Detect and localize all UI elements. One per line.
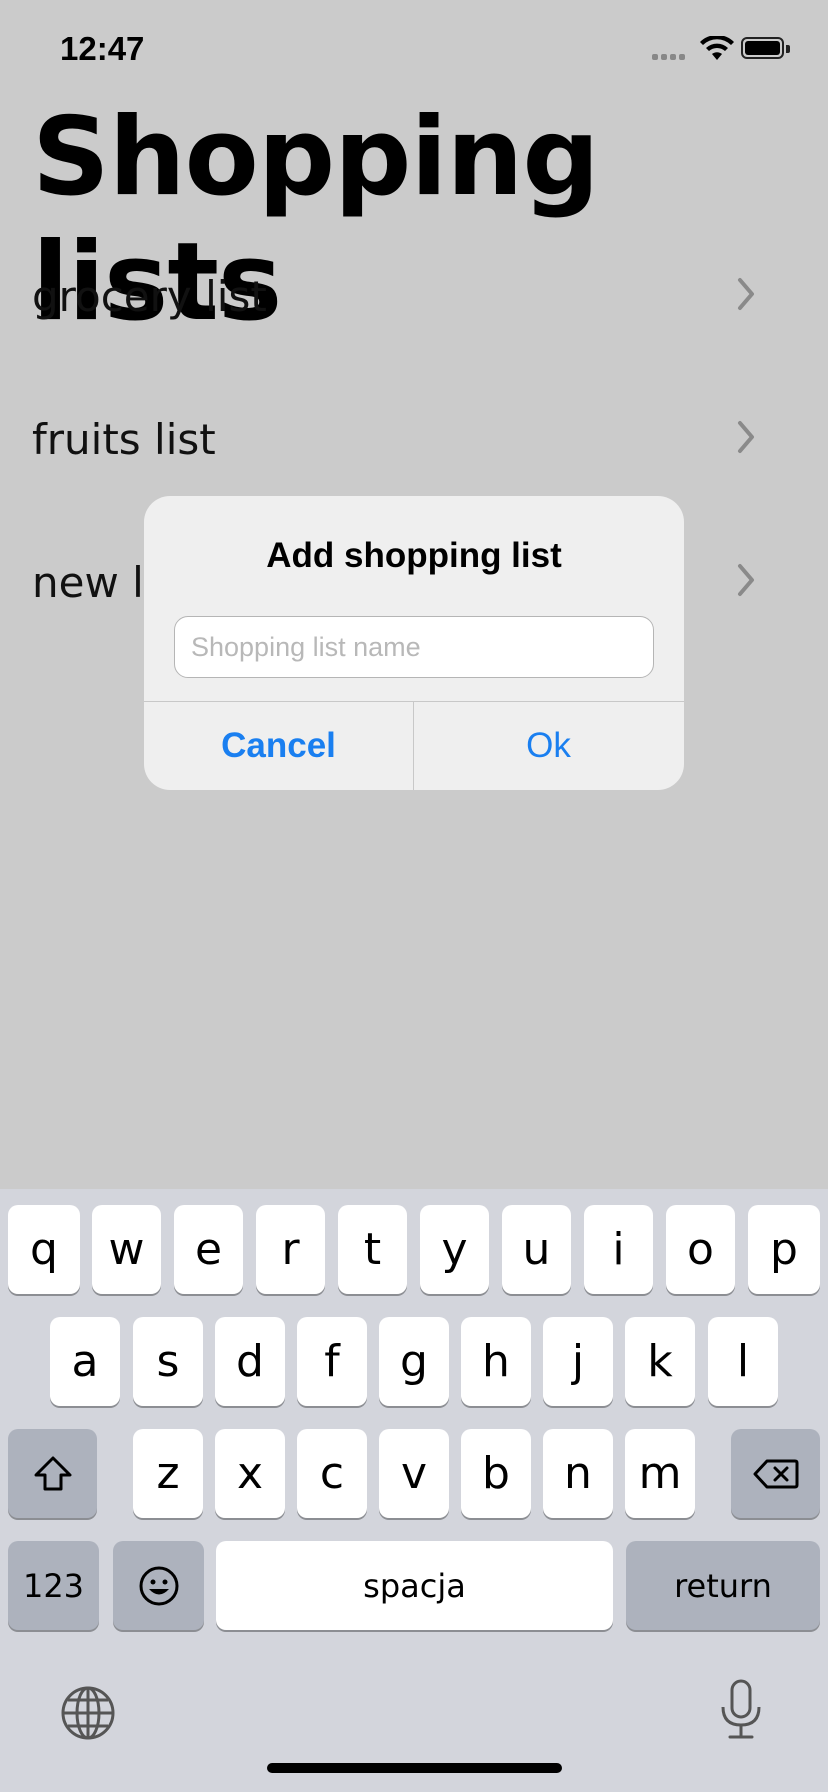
key-x[interactable]: x [215, 1429, 285, 1518]
key-w[interactable]: w [92, 1205, 161, 1294]
key-e[interactable]: e [174, 1205, 243, 1294]
return-key[interactable]: return [626, 1541, 820, 1630]
list-name-input[interactable] [174, 616, 654, 678]
key-q[interactable]: q [8, 1205, 80, 1294]
dialog-title: Add shopping list [266, 536, 562, 575]
add-list-dialog: Add shopping list Cancel Ok [144, 496, 684, 790]
list-item-label: fruits list [32, 415, 216, 464]
key-b[interactable]: b [461, 1429, 531, 1518]
key-c[interactable]: c [297, 1429, 367, 1518]
key-a[interactable]: a [50, 1317, 120, 1406]
chevron-right-icon [738, 278, 754, 310]
key-d[interactable]: d [215, 1317, 285, 1406]
cancel-button[interactable]: Cancel [144, 702, 413, 790]
key-u[interactable]: u [502, 1205, 571, 1294]
battery-icon [741, 37, 790, 61]
home-indicator [267, 1763, 562, 1773]
chevron-right-icon [738, 421, 754, 453]
key-o[interactable]: o [666, 1205, 735, 1294]
backspace-key[interactable] [731, 1429, 820, 1518]
key-s[interactable]: s [133, 1317, 203, 1406]
list-item-label: grocery list [32, 272, 267, 321]
list-item[interactable]: grocery list [0, 230, 828, 360]
key-r[interactable]: r [256, 1205, 325, 1294]
key-n[interactable]: n [543, 1429, 613, 1518]
key-h[interactable]: h [461, 1317, 531, 1406]
key-j[interactable]: j [543, 1317, 613, 1406]
wifi-icon [700, 36, 734, 60]
cellular-signal-icon [652, 54, 690, 61]
backspace-icon [753, 1459, 798, 1488]
status-bar: 12:47 [0, 0, 828, 100]
key-g[interactable]: g [379, 1317, 449, 1406]
numbers-key[interactable]: 123 [8, 1541, 99, 1630]
key-t[interactable]: t [338, 1205, 407, 1294]
key-k[interactable]: k [625, 1317, 695, 1406]
ok-button[interactable]: Ok [414, 702, 683, 790]
key-z[interactable]: z [133, 1429, 203, 1518]
shift-icon [34, 1456, 71, 1490]
key-i[interactable]: i [584, 1205, 653, 1294]
key-p[interactable]: p [748, 1205, 820, 1294]
key-v[interactable]: v [379, 1429, 449, 1518]
keyboard: q w e r t y u i o p a s d f g h j k l z … [0, 1189, 828, 1792]
shift-key[interactable] [8, 1429, 97, 1518]
emoji-icon [139, 1566, 178, 1605]
list-item[interactable]: fruits list [0, 373, 828, 503]
emoji-key[interactable] [113, 1541, 204, 1630]
key-m[interactable]: m [625, 1429, 695, 1518]
key-l[interactable]: l [708, 1317, 778, 1406]
key-f[interactable]: f [297, 1317, 367, 1406]
status-time: 12:47 [60, 30, 145, 67]
key-y[interactable]: y [420, 1205, 489, 1294]
space-key[interactable]: spacja [216, 1541, 613, 1630]
microphone-icon[interactable] [718, 1679, 764, 1741]
globe-icon[interactable] [60, 1685, 116, 1741]
chevron-right-icon [738, 564, 754, 596]
